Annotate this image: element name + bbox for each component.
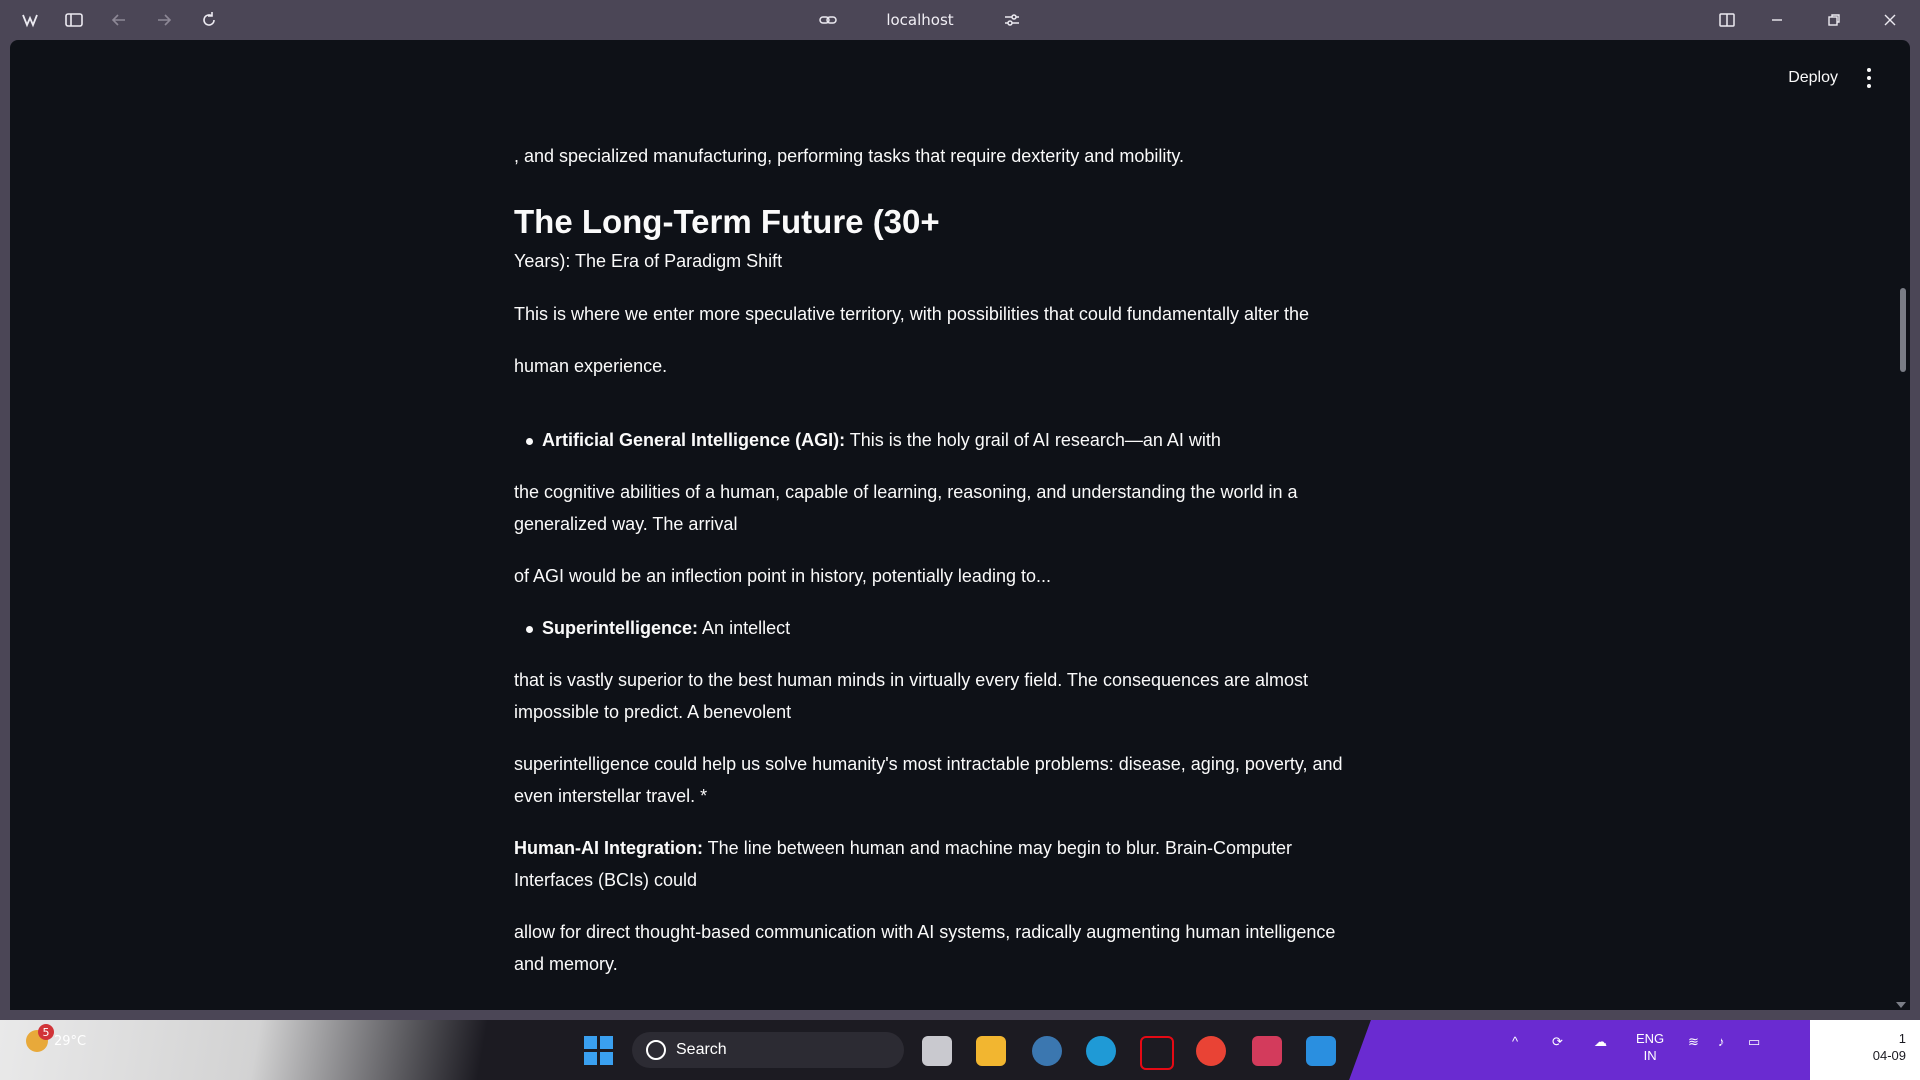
weather-temperature: 29°C (54, 1033, 87, 1049)
intro-line-1: This is where we enter more speculative … (514, 304, 1310, 324)
language-code: ENG (1636, 1031, 1665, 1046)
scrollbar[interactable] (1896, 40, 1910, 1010)
agi-label: Artificial General Intelligence (AGI): (542, 430, 846, 450)
reload-icon[interactable] (197, 8, 221, 32)
sync-icon[interactable]: ⟳ (1552, 1034, 1563, 1050)
restore-icon[interactable] (1822, 8, 1846, 32)
back-icon[interactable] (107, 8, 131, 32)
system-clock[interactable]: 1 04-09 (1786, 1030, 1906, 1064)
si-cont-3: superintelligence could help us solve hu… (514, 754, 1343, 774)
weather-icon: 5 (26, 1024, 54, 1052)
search-icon (646, 1040, 666, 1060)
sidebar-toggle-icon[interactable] (62, 8, 86, 32)
site-settings-icon[interactable] (1000, 8, 1024, 32)
battery-icon[interactable]: ▭ (1748, 1034, 1760, 1050)
python-icon[interactable] (1032, 1036, 1062, 1066)
netflix-icon[interactable] (1140, 1036, 1174, 1070)
si-cont-1: that is vastly superior to the best huma… (514, 670, 1309, 690)
task-view-icon[interactable] (922, 1036, 952, 1066)
edge-icon[interactable] (1086, 1036, 1116, 1066)
close-icon[interactable] (1878, 8, 1902, 32)
bullet-dot (526, 438, 533, 445)
hai-label: Human-AI Integration: (514, 838, 703, 858)
agi-text: This is the holy grail of AI research—an… (845, 430, 1221, 450)
weather-widget[interactable]: 5 29°C (26, 1024, 87, 1052)
hai-cont-2: allow for direct thought-based communica… (514, 922, 1336, 942)
intro-line-2: human experience. (514, 356, 668, 376)
split-view-icon[interactable] (1715, 8, 1739, 32)
si-cont-4: even interstellar travel. * (514, 786, 708, 806)
kebab-menu-icon[interactable] (1864, 66, 1874, 90)
deploy-button[interactable]: Deploy (1788, 64, 1838, 92)
section-heading: The Long-Term Future (30+ (514, 203, 940, 240)
language-indicator[interactable]: ENG IN (1636, 1030, 1664, 1064)
human-ai-paragraph: Human-AI Integration: The line between h… (514, 832, 1292, 864)
scrollbar-thumb[interactable] (1900, 288, 1906, 372)
wallpaper-decoration (1349, 1020, 1841, 1080)
hai-cont-3: and memory. (514, 954, 618, 974)
weather-badge: 5 (38, 1024, 54, 1040)
region-code: IN (1643, 1048, 1657, 1063)
heading-continuation: Years): The Era of Paradigm Shift (514, 251, 783, 271)
cloud-icon[interactable]: ☁ (1594, 1034, 1607, 1050)
search-label: Search (676, 1041, 727, 1058)
hai-text: The line between human and machine may b… (703, 838, 1293, 858)
arc-browser-icon[interactable] (1252, 1036, 1282, 1066)
si-text: An intellect (698, 618, 791, 638)
vscode-icon[interactable] (1306, 1036, 1336, 1066)
list-item-agi: Artificial General Intelligence (AGI): T… (542, 424, 1221, 456)
browser-titlebar: localhost (0, 0, 1920, 40)
tray-overflow-icon[interactable]: ^ (1512, 1034, 1518, 1049)
taskbar-search[interactable]: Search (632, 1032, 904, 1068)
taskbar: 5 29°C Search ^ ⟳ ☁ ENG IN ≋ ♪ ▭ 1 04-09 (0, 1020, 1920, 1080)
wallpaper-decoration (0, 1020, 640, 1080)
clock-date: 04-09 (1872, 1048, 1906, 1063)
volume-icon[interactable]: ♪ (1718, 1034, 1725, 1049)
si-cont-2: impossible to predict. A benevolent (514, 702, 792, 722)
address-bar[interactable]: localhost (820, 6, 1020, 34)
si-label: Superintelligence: (542, 618, 699, 638)
minimize-icon[interactable] (1765, 8, 1789, 32)
hai-cont-1: Interfaces (BCIs) could (514, 870, 698, 890)
bullet-dot (526, 626, 533, 633)
chrome-icon[interactable] (1196, 1036, 1226, 1066)
file-explorer-icon[interactable] (976, 1036, 1006, 1066)
clock-time: 1 (1898, 1031, 1906, 1046)
agi-cont-1: the cognitive abilities of a human, capa… (514, 482, 1298, 502)
app-viewport: Deploy , and specialized manufacturing, … (10, 40, 1910, 1010)
lead-fragment: , and specialized manufacturing, perform… (514, 146, 1184, 166)
scroll-down-arrow-icon[interactable] (1896, 1002, 1906, 1008)
agi-cont-3: of AGI would be an inflection point in h… (514, 566, 1051, 586)
agi-cont-2: generalized way. The arrival (514, 514, 738, 534)
list-item-superintelligence: Superintelligence: An intellect (542, 612, 790, 644)
app-logo-icon[interactable] (18, 8, 42, 32)
wifi-icon[interactable]: ≋ (1688, 1034, 1699, 1050)
forward-icon[interactable] (152, 8, 176, 32)
windows-start-icon[interactable] (584, 1036, 614, 1066)
